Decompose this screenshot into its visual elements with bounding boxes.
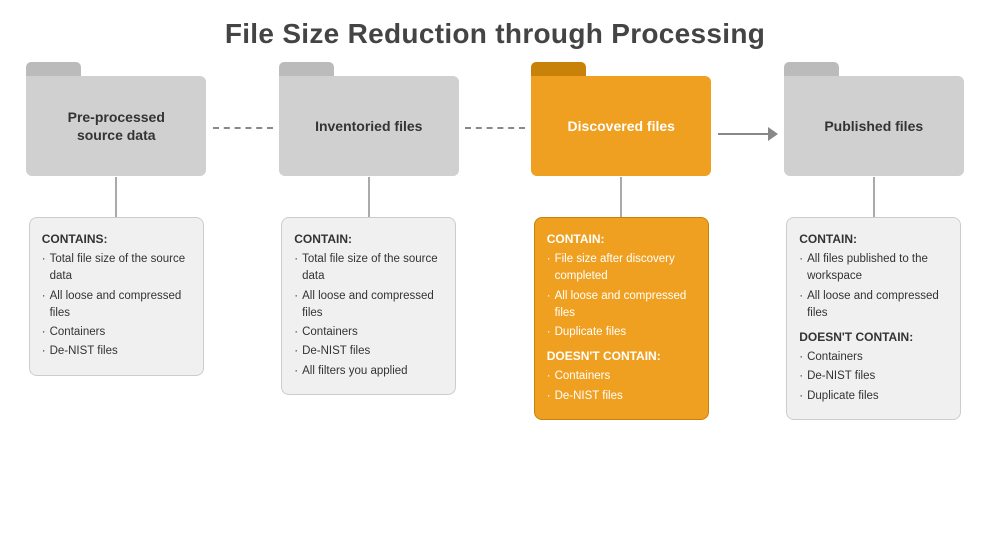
card-item-1-1: · All loose and compressed files — [294, 288, 443, 323]
bullet-icon: · — [294, 343, 298, 360]
arrow-2 — [465, 127, 525, 129]
card-item-0-3: · De-NIST files — [42, 343, 191, 360]
connector-inventoried — [368, 177, 370, 217]
bullet-icon: · — [547, 368, 551, 385]
page-title: File Size Reduction through Processing — [0, 0, 990, 50]
card-item-1-2: · Containers — [294, 324, 443, 341]
bullet-icon: · — [294, 288, 298, 305]
card-contains-title-1: CONTAIN: — [294, 230, 443, 248]
folder-pre-processed: Pre-processedsource data — [26, 62, 206, 177]
bullet-icon: · — [799, 368, 803, 385]
arrow-1 — [213, 127, 273, 129]
card-doesnt-contain-title-3: DOESN'T CONTAIN: — [799, 328, 948, 346]
bullet-icon: · — [294, 363, 298, 380]
card-item-0-2: · Containers — [42, 324, 191, 341]
bullet-icon: · — [799, 388, 803, 405]
card-item-text-dc-2-0: Containers — [555, 368, 696, 385]
card-item-dc-3-0: · Containers — [799, 349, 948, 366]
bullet-icon: · — [799, 288, 803, 305]
card-item-text-0-3: De-NIST files — [50, 343, 191, 360]
card-discovered: CONTAIN: · File size after discovery com… — [534, 217, 709, 420]
card-item-dc-2-1: · De-NIST files — [547, 388, 696, 405]
bullet-icon: · — [294, 251, 298, 268]
bullet-icon: · — [547, 388, 551, 405]
card-item-0-1: · All loose and compressed files — [42, 288, 191, 323]
card-item-3-1: · All loose and compressed files — [799, 288, 948, 323]
bullet-icon: · — [799, 251, 803, 268]
card-item-text-2-2: Duplicate files — [555, 324, 696, 341]
card-contains-title-3: CONTAIN: — [799, 230, 948, 248]
card-doesnt-contain-title-2: DOESN'T CONTAIN: — [547, 347, 696, 365]
card-item-2-0: · File size after discovery completed — [547, 251, 696, 286]
folder-label-inventoried: Inventoried files — [315, 117, 422, 135]
card-item-text-3-1: All loose and compressed files — [807, 288, 948, 323]
folder-label-published: Published files — [824, 117, 923, 135]
folder-label-discovered: Discovered files — [568, 117, 675, 135]
bullet-icon: · — [42, 324, 46, 341]
bullet-icon: · — [547, 288, 551, 305]
card-item-dc-3-2: · Duplicate files — [799, 388, 948, 405]
folder-body-published: Published files — [784, 76, 964, 176]
card-item-text-dc-3-0: Containers — [807, 349, 948, 366]
folder-body-inventoried: Inventoried files — [279, 76, 459, 176]
bullet-icon: · — [42, 251, 46, 268]
card-item-text-0-1: All loose and compressed files — [50, 288, 191, 323]
folder-discovered: Discovered files — [531, 62, 711, 177]
bullet-icon: · — [294, 324, 298, 341]
card-contains-title-2: CONTAIN: — [547, 230, 696, 248]
column-pre-processed: Pre-processedsource data CONTAINS: · Tot… — [20, 62, 213, 376]
column-discovered: Discovered files CONTAIN: · File size af… — [525, 62, 718, 420]
card-item-text-3-0: All files published to the workspace — [807, 251, 948, 286]
card-item-text-1-0: Total file size of the source data — [302, 251, 443, 286]
card-item-text-0-0: Total file size of the source data — [50, 251, 191, 286]
card-item-text-dc-3-2: Duplicate files — [807, 388, 948, 405]
card-item-text-1-4: All filters you applied — [302, 363, 443, 380]
card-item-text-dc-3-1: De-NIST files — [807, 368, 948, 385]
card-item-1-0: · Total file size of the source data — [294, 251, 443, 286]
card-pre-processed: CONTAINS: · Total file size of the sourc… — [29, 217, 204, 376]
column-published: Published files CONTAIN: · All files pub… — [778, 62, 971, 420]
card-item-3-0: · All files published to the workspace — [799, 251, 948, 286]
card-published: CONTAIN: · All files published to the wo… — [786, 217, 961, 420]
folder-label-pre-processed: Pre-processedsource data — [68, 108, 165, 144]
card-item-2-2: · Duplicate files — [547, 324, 696, 341]
card-item-text-dc-2-1: De-NIST files — [555, 388, 696, 405]
arrow-3 — [718, 127, 778, 141]
bullet-icon: · — [42, 288, 46, 305]
arrow-head-icon — [768, 127, 778, 141]
bullet-icon: · — [547, 251, 551, 268]
card-item-text-2-0: File size after discovery completed — [555, 251, 696, 286]
card-item-text-0-2: Containers — [50, 324, 191, 341]
bullet-icon: · — [547, 324, 551, 341]
card-item-2-1: · All loose and compressed files — [547, 288, 696, 323]
bullet-icon: · — [799, 349, 803, 366]
connector-published — [873, 177, 875, 217]
column-inventoried: Inventoried files CONTAIN: · Total file … — [273, 62, 466, 395]
diagram-area: Pre-processedsource data CONTAINS: · Tot… — [0, 62, 990, 420]
card-item-1-3: · De-NIST files — [294, 343, 443, 360]
folder-published: Published files — [784, 62, 964, 177]
card-item-text-1-3: De-NIST files — [302, 343, 443, 360]
bullet-icon: · — [42, 343, 46, 360]
card-item-text-1-2: Containers — [302, 324, 443, 341]
folder-body-discovered: Discovered files — [531, 76, 711, 176]
card-item-1-4: · All filters you applied — [294, 363, 443, 380]
connector-pre-processed — [115, 177, 117, 217]
card-item-dc-2-0: · Containers — [547, 368, 696, 385]
card-item-dc-3-1: · De-NIST files — [799, 368, 948, 385]
connector-discovered — [620, 177, 622, 217]
card-inventoried: CONTAIN: · Total file size of the source… — [281, 217, 456, 395]
card-item-text-1-1: All loose and compressed files — [302, 288, 443, 323]
card-item-0-0: · Total file size of the source data — [42, 251, 191, 286]
card-item-text-2-1: All loose and compressed files — [555, 288, 696, 323]
folder-body-pre-processed: Pre-processedsource data — [26, 76, 206, 176]
card-contains-title-0: CONTAINS: — [42, 230, 191, 248]
folder-inventoried: Inventoried files — [279, 62, 459, 177]
